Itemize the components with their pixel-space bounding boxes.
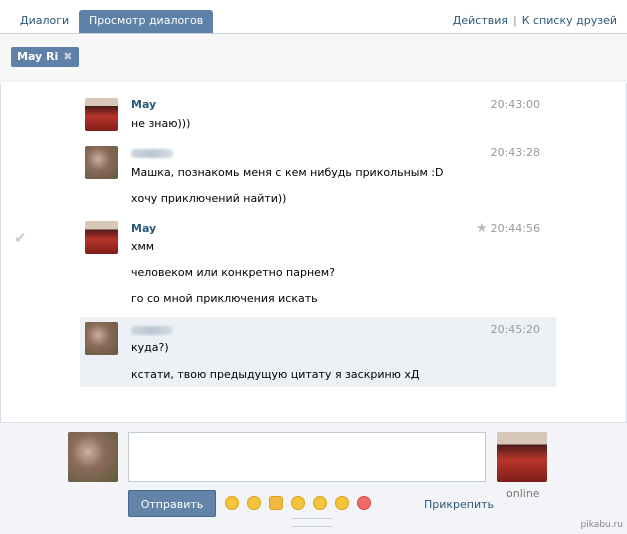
message-time: 20:44:56 — [490, 222, 540, 235]
resize-handle[interactable] — [292, 518, 332, 527]
message-text: Машка, познакомь меня с кем нибудь прико… — [131, 166, 444, 179]
heart-eyes-emoji-icon[interactable] — [357, 496, 371, 510]
message-time: 20:43:00 — [490, 98, 540, 111]
message-time: 20:45:20 — [490, 323, 540, 336]
participant-chip[interactable]: May Ri ✖ — [11, 47, 79, 67]
watermark: pikabu.ru — [580, 520, 623, 530]
message-row[interactable]: May ★ 20:44:56 хмм человеком или конкрет… — [80, 216, 556, 312]
message-time: 20:43:28 — [490, 146, 540, 159]
online-status: online — [506, 487, 540, 500]
select-check-icon[interactable]: ✔ — [14, 229, 27, 247]
author-name[interactable]: May — [131, 98, 156, 111]
message-row-selected[interactable]: 20:45:20 куда?) кстати, твою предыдущую … — [80, 317, 556, 387]
message-text: кстати, твою предыдущую цитату я заскрин… — [131, 368, 420, 381]
actions-link[interactable]: Действия — [453, 14, 508, 27]
message-text: человеком или конкретно парнем? — [131, 266, 336, 279]
star-icon[interactable]: ★ — [476, 221, 488, 236]
message-text: хмм — [131, 240, 155, 253]
message-text: не знаю))) — [131, 117, 191, 130]
message-row[interactable]: 20:43:28 Машка, познакомь меня с кем ниб… — [80, 140, 556, 214]
message-row[interactable]: May 20:43:00 не знаю))) — [80, 92, 556, 140]
send-button[interactable]: Отправить — [128, 490, 216, 517]
laughing-emoji-icon[interactable] — [225, 496, 239, 510]
chip-close-icon[interactable]: ✖ — [63, 50, 72, 63]
my-avatar[interactable] — [68, 432, 118, 482]
author-name-redacted — [131, 149, 173, 158]
author-name[interactable]: May — [131, 222, 156, 235]
message-text: го со мной приключения искать — [131, 292, 318, 305]
avatar-may[interactable] — [85, 98, 118, 131]
actions-separator: | — [513, 14, 517, 27]
thumbs-up-emoji-icon[interactable] — [269, 496, 283, 510]
header-actions: Действия | К списку друзей — [453, 10, 617, 32]
message-text: куда?) — [131, 341, 169, 354]
smile-emoji-icon[interactable] — [313, 496, 327, 510]
avatar-other[interactable] — [85, 146, 118, 179]
avatar-other[interactable] — [85, 322, 118, 355]
divider — [0, 80, 627, 83]
grin-emoji-icon[interactable] — [247, 496, 261, 510]
participant-chip-name: May Ri — [17, 50, 59, 63]
author-name-redacted — [131, 326, 173, 335]
message-input[interactable] — [128, 432, 486, 482]
attach-link[interactable]: Прикрепить — [424, 498, 494, 511]
tab-bar: Диалоги Просмотр диалогов Действия | К спи… — [0, 0, 627, 34]
tab-dialogs[interactable]: Диалоги — [10, 10, 79, 33]
avatar-may[interactable] — [85, 221, 118, 254]
flushed-emoji-icon[interactable] — [335, 496, 349, 510]
relieved-emoji-icon[interactable] — [291, 496, 305, 510]
composer: online Отправить Прикрепить — [0, 422, 627, 534]
message-text: хочу приключений найти)) — [131, 192, 287, 205]
tab-view-dialogs[interactable]: Просмотр диалогов — [79, 10, 214, 33]
friends-list-link[interactable]: К списку друзей — [522, 14, 617, 27]
participant-bar: May Ri ✖ — [0, 34, 627, 81]
peer-avatar[interactable] — [497, 432, 547, 482]
